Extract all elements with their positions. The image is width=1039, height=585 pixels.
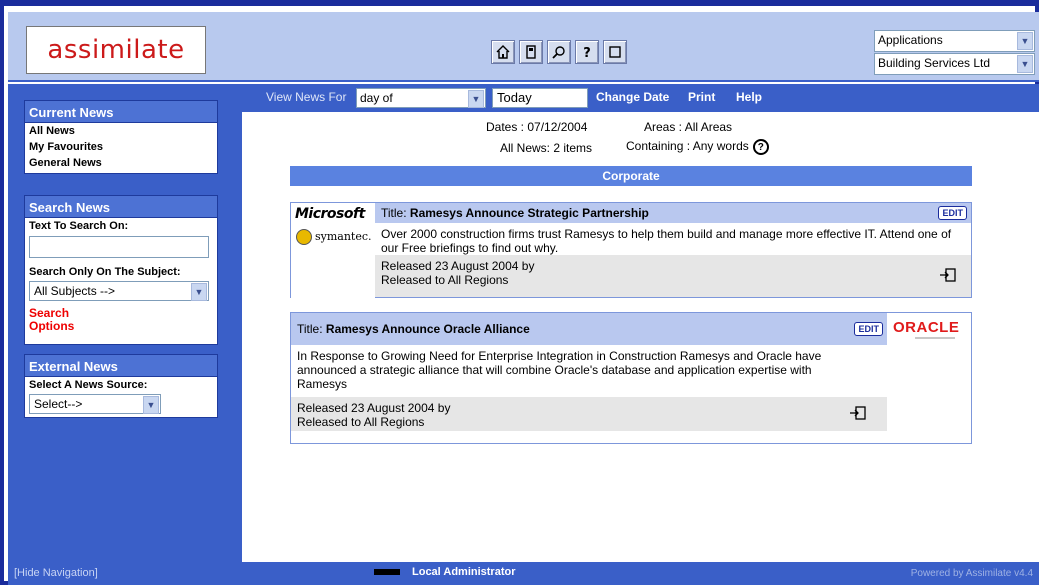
search-news-title: Search News — [25, 196, 217, 218]
powered-by: Powered by Assimilate v4.4 — [910, 568, 1033, 579]
article-regions: Released to All Regions — [381, 273, 509, 287]
symantec-logo-icon — [296, 229, 312, 245]
section-title-corporate: Corporate — [290, 166, 972, 186]
search-icon — [552, 46, 565, 59]
symantec-logo: symantec. — [315, 230, 372, 243]
print-link[interactable]: Print — [688, 90, 715, 104]
svg-text:?: ? — [583, 46, 591, 60]
period-select[interactable]: day of ▼ — [356, 88, 486, 108]
change-date-link[interactable]: Change Date — [596, 90, 669, 104]
oracle-logo: ORACLE — [893, 319, 960, 336]
external-news-panel: External News Select A News Source: Sele… — [24, 354, 218, 418]
article-title[interactable]: Ramesys Announce Strategic Partnership — [410, 206, 649, 220]
window-button[interactable] — [603, 40, 627, 64]
dates-label: Dates : 07/12/2004 — [486, 120, 588, 134]
main-content: View News For day of ▼ Today Change Date… — [242, 84, 1039, 562]
open-article-icon[interactable] — [849, 405, 867, 421]
article-title-prefix: Title: — [381, 206, 407, 220]
hide-navigation-link[interactable]: [Hide Navigation] — [14, 567, 98, 579]
help-button[interactable]: ? — [575, 40, 599, 64]
news-button[interactable] — [519, 40, 543, 64]
article-footer: Released 23 August 2004 by Released to A… — [375, 255, 971, 297]
window-icon — [609, 46, 621, 58]
search-text-label: Text To Search On: — [29, 220, 129, 232]
article-logos: ORACLE — [887, 313, 971, 443]
chevron-down-icon[interactable]: ▼ — [191, 283, 207, 301]
article-content: Title: Ramesys Announce Oracle Alliance … — [291, 313, 887, 431]
user-name: Local Administrator — [412, 566, 516, 578]
news-article: Title: Ramesys Announce Oracle Alliance … — [290, 312, 972, 444]
home-button[interactable] — [491, 40, 515, 64]
open-article-icon[interactable] — [939, 267, 957, 283]
company-select-value: Building Services Ltd — [878, 56, 991, 70]
items-count-label: All News: 2 items — [500, 141, 593, 155]
logo-text: assimilate — [47, 35, 185, 65]
news-toolbar: View News For day of ▼ Today Change Date… — [242, 84, 1039, 112]
home-icon — [496, 45, 510, 59]
external-news-title: External News — [25, 355, 217, 377]
user-indicator: Local Administrator — [374, 566, 516, 578]
header: assimilate ? Applications ▼ Building Ser… — [8, 12, 1039, 82]
oracle-logo-tagline — [915, 337, 955, 339]
status-bar: [Hide Navigation] Local Administrator Po… — [8, 562, 1039, 585]
view-news-for-label: View News For — [266, 90, 347, 104]
search-news-panel: Search News Text To Search On: Search On… — [24, 195, 218, 345]
microsoft-logo: Microsoft — [295, 206, 365, 222]
sidebar: Current News All News My Favourites Gene… — [8, 84, 242, 562]
period-select-value: day of — [360, 91, 393, 105]
header-selects: Applications ▼ Building Services Ltd ▼ — [874, 30, 1035, 75]
areas-label: Areas : All Areas — [644, 120, 733, 134]
article-logos: Microsoft symantec. — [291, 203, 375, 299]
document-icon — [526, 45, 536, 59]
sidebar-item-all-news[interactable]: All News — [25, 123, 217, 139]
article-released: Released 23 August 2004 by — [297, 401, 451, 415]
user-icon — [374, 569, 400, 575]
article-title[interactable]: Ramesys Announce Oracle Alliance — [326, 322, 530, 336]
edit-button[interactable]: EDIT — [938, 206, 967, 220]
news-article: Microsoft symantec. Title: Ramesys Annou… — [290, 202, 972, 299]
edit-button[interactable]: EDIT — [854, 322, 883, 336]
logo[interactable]: assimilate — [26, 26, 206, 74]
news-source-select[interactable]: Select--> ▼ — [29, 394, 161, 414]
search-options-link[interactable]: Search Options — [25, 303, 85, 333]
search-subject-label: Search Only On The Subject: — [29, 266, 181, 278]
article-footer: Released 23 August 2004 by Released to A… — [291, 397, 887, 431]
applications-select[interactable]: Applications ▼ — [874, 30, 1035, 52]
question-icon: ? — [583, 46, 591, 60]
date-input[interactable]: Today — [492, 88, 588, 108]
chevron-down-icon[interactable]: ▼ — [1017, 55, 1033, 73]
article-title-row: Title: Ramesys Announce Oracle Alliance … — [291, 313, 887, 345]
company-select[interactable]: Building Services Ltd ▼ — [874, 53, 1035, 75]
article-body: In Response to Growing Need for Enterpri… — [297, 349, 822, 391]
chevron-down-icon[interactable]: ▼ — [1017, 32, 1033, 50]
news-source-select-value: Select--> — [34, 397, 83, 411]
article-released: Released 23 August 2004 by — [381, 259, 535, 273]
chevron-down-icon[interactable]: ▼ — [143, 396, 159, 414]
app-window: assimilate ? Applications ▼ Building Ser… — [0, 0, 1039, 585]
search-button[interactable] — [547, 40, 571, 64]
containing-label: Containing : Any words — [626, 139, 749, 154]
news-source-label: Select A News Source: — [29, 379, 148, 391]
current-news-panel: Current News All News My Favourites Gene… — [24, 100, 218, 174]
article-title-prefix: Title: — [297, 322, 323, 336]
chevron-down-icon[interactable]: ▼ — [468, 90, 484, 108]
article-content: Title: Ramesys Announce Strategic Partne… — [375, 203, 971, 297]
search-text-input[interactable] — [29, 236, 209, 258]
applications-select-value: Applications — [878, 33, 943, 47]
current-news-title: Current News — [25, 101, 217, 123]
help-link[interactable]: Help — [736, 90, 762, 104]
subject-select-value: All Subjects --> — [34, 284, 116, 298]
containing-row: Containing : Any words? — [626, 139, 769, 155]
article-body: Over 2000 construction firms trust Rames… — [381, 227, 952, 255]
toolbar: ? — [491, 40, 627, 64]
article-title-row: Title: Ramesys Announce Strategic Partne… — [375, 203, 971, 223]
sidebar-item-my-favourites[interactable]: My Favourites — [25, 139, 217, 155]
subject-select[interactable]: All Subjects --> ▼ — [29, 281, 209, 301]
sidebar-item-general-news[interactable]: General News — [25, 155, 217, 173]
help-circle-icon[interactable]: ? — [752, 139, 769, 155]
article-regions: Released to All Regions — [297, 415, 425, 429]
